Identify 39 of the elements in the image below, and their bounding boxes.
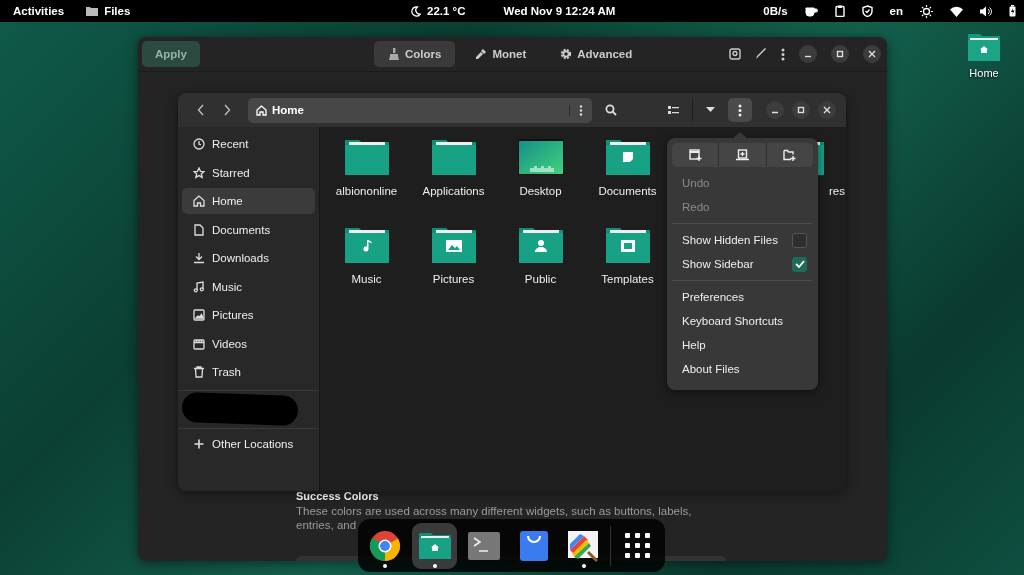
- file-name[interactable]: Public: [524, 273, 557, 285]
- menu-item[interactable]: About Files: [672, 357, 813, 381]
- clock[interactable]: Wed Nov 9 12:24 AM: [503, 5, 616, 17]
- network-speed: 0B/s: [763, 5, 788, 17]
- path-bar[interactable]: Home: [248, 97, 592, 123]
- file-name[interactable]: Documents: [598, 185, 657, 197]
- tab[interactable]: Advanced: [546, 41, 647, 67]
- file-name[interactable]: Templates: [601, 273, 654, 285]
- keyboard-layout[interactable]: en: [889, 5, 903, 17]
- sidebar-item[interactable]: Pictures: [182, 302, 315, 328]
- sidebar-item[interactable]: Recent: [182, 131, 315, 157]
- sidebar-item[interactable]: Trash: [182, 359, 315, 385]
- sidebar-item[interactable]: Downloads: [182, 245, 315, 271]
- desktop-icon-label[interactable]: Home: [969, 67, 999, 79]
- sidebar-item[interactable]: Music: [182, 273, 315, 300]
- file-name[interactable]: albiononline: [335, 185, 398, 197]
- tab[interactable]: Monet: [461, 41, 541, 67]
- sidebar-item[interactable]: Documents: [182, 216, 315, 243]
- file-name[interactable]: Music: [351, 273, 382, 285]
- menu-item[interactable]: Keyboard Shortcuts: [672, 309, 813, 333]
- sidebar-item[interactable]: Home: [182, 188, 315, 214]
- menu-item[interactable]: Help: [672, 333, 813, 357]
- menu-item[interactable]: Preferences: [672, 285, 813, 309]
- section-title: Success Colors: [296, 490, 380, 503]
- sidebar-item[interactable]: Starred: [182, 159, 315, 186]
- menu-item[interactable]: Show Hidden Files: [672, 228, 813, 252]
- file-name[interactable]: Applications: [422, 185, 485, 197]
- activities-button[interactable]: Activities: [13, 5, 65, 17]
- weather-indicator[interactable]: 22.1 °C: [410, 5, 466, 17]
- menu-item[interactable]: Show Sidebar: [672, 252, 813, 276]
- app-menu[interactable]: Files: [86, 5, 131, 17]
- sidebar-item[interactable]: Other Locations: [182, 430, 315, 457]
- sidebar-item[interactable]: Videos: [182, 330, 315, 357]
- file-name[interactable]: Desktop: [519, 185, 562, 197]
- apply-button[interactable]: Apply: [142, 41, 200, 67]
- tab[interactable]: Colors: [374, 41, 456, 67]
- file-name[interactable]: Pictures: [432, 273, 475, 285]
- section-description: These colors are used across many different widgets, such as buttons, labels, entries, and: [296, 504, 693, 532]
- file-name[interactable]: res: [829, 185, 845, 197]
